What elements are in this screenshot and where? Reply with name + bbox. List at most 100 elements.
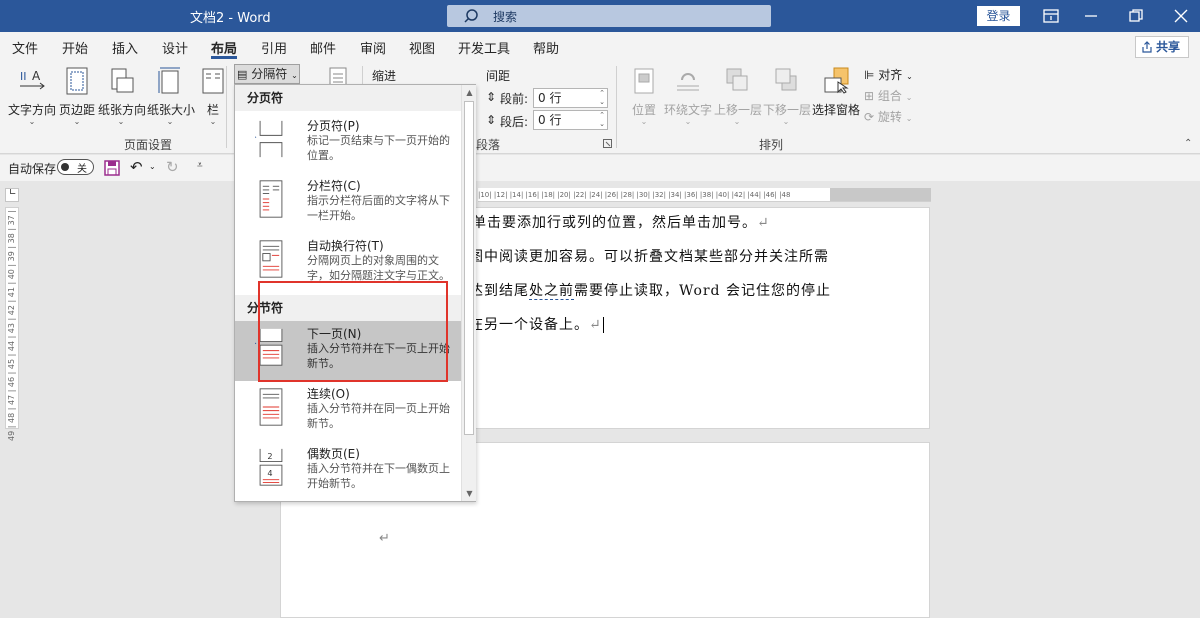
item-title: 偶数页(E) bbox=[307, 447, 360, 461]
tab-developer[interactable]: 开发工具 bbox=[458, 38, 510, 57]
bring-forward-icon bbox=[726, 68, 748, 91]
active-tab-indicator bbox=[211, 56, 237, 59]
tab-layout[interactable]: 布局 bbox=[211, 38, 237, 57]
save-icon[interactable] bbox=[104, 160, 120, 176]
spacing-after-value: 0 行 bbox=[538, 113, 562, 127]
dialog-launcher-icon[interactable] bbox=[603, 139, 612, 148]
quick-access-toolbar: 自动保存 关 ↶ ⌄ ↻ ⩡ bbox=[0, 155, 1200, 181]
vertical-ruler[interactable]: 49 | 48 | 47 | 46 | 45 | 44 | 43 | 42 | … bbox=[5, 207, 19, 441]
tab-help[interactable]: 帮助 bbox=[533, 38, 559, 57]
even-page-icon: 24 bbox=[259, 448, 283, 486]
undo-icon[interactable]: ↶ bbox=[130, 158, 143, 176]
tab-references[interactable]: 引用 bbox=[261, 38, 287, 57]
svg-text:A: A bbox=[32, 69, 41, 83]
redo-icon[interactable]: ↻ bbox=[166, 158, 179, 176]
margins-button[interactable]: 页边距 ⌄ bbox=[58, 66, 96, 126]
ruler-ticks: |10| |12| |14| |16| |18| |20| |22| |24| … bbox=[478, 191, 791, 199]
spacing-after-label: 段后: bbox=[500, 115, 529, 129]
tab-home[interactable]: 开始 bbox=[62, 38, 88, 57]
paragraph-mark: ↵ bbox=[379, 531, 390, 546]
chevron-down-icon: ⌄ bbox=[640, 117, 648, 126]
autosave-label: 自动保存 bbox=[8, 162, 57, 176]
close-icon[interactable] bbox=[1172, 7, 1190, 25]
svg-text:II: II bbox=[20, 70, 27, 83]
page-setup-group-label: 页面设置 bbox=[124, 138, 173, 152]
group-label: 组合 bbox=[877, 89, 902, 103]
column-break-icon bbox=[259, 180, 283, 218]
customize-toolbar-icon[interactable]: ⩡ bbox=[197, 160, 203, 171]
spacing-before-input[interactable]: 0 行 ⌃ ⌄ bbox=[533, 88, 608, 108]
item-title: 自动换行符(T) bbox=[307, 239, 384, 253]
breaks-button[interactable]: ▤ 分隔符 ⌄ bbox=[234, 64, 300, 84]
text-direction-button[interactable]: II A 文字方向 ⌄ bbox=[8, 66, 56, 126]
svg-text:2: 2 bbox=[267, 451, 272, 461]
spinner-arrows-icon[interactable]: ⌃ ⌄ bbox=[599, 89, 605, 107]
scroll-up-icon[interactable]: ▲ bbox=[462, 85, 477, 100]
continuous-item[interactable]: 连续(O) 插入分节符并在同一页上开始新节。 bbox=[235, 381, 461, 441]
tab-file[interactable]: 文件 bbox=[12, 38, 38, 57]
tab-review[interactable]: 审阅 bbox=[360, 38, 386, 57]
spacing-after-input[interactable]: 0 行 ⌃ ⌄ bbox=[533, 110, 608, 130]
bring-forward-button[interactable]: 上移一层 ⌄ bbox=[714, 66, 763, 126]
item-description: 插入分节符并在同一页上开始新节。 bbox=[307, 402, 450, 430]
page-break-item[interactable]: 分页符(P) 标记一页结束与下一页开始的位置。 bbox=[235, 113, 461, 173]
scrollbar-thumb[interactable] bbox=[464, 101, 474, 435]
svg-text:4: 4 bbox=[267, 468, 272, 478]
column-break-item[interactable]: 分栏符(C) 指示分栏符后面的文字将从下一栏开始。 bbox=[235, 173, 461, 233]
selection-pane-button[interactable]: 选择窗格 bbox=[812, 66, 860, 118]
margins-label: 页边距 bbox=[58, 103, 95, 117]
tab-mailings[interactable]: 邮件 bbox=[310, 38, 336, 57]
tab-insert[interactable]: 插入 bbox=[112, 38, 138, 57]
restore-icon[interactable] bbox=[1127, 7, 1145, 25]
dropdown-scrollbar[interactable]: ▲ ▼ bbox=[461, 85, 476, 501]
orientation-icon bbox=[111, 68, 134, 93]
item-description: 插入分节符并在下一偶数页上开始新节。 bbox=[307, 462, 450, 490]
wrap-text-label: 环绕文字 bbox=[664, 103, 713, 117]
spinner-arrows-icon[interactable]: ⌃ ⌄ bbox=[599, 111, 605, 129]
even-page-item[interactable]: 24 偶数页(E) 插入分节符并在下一偶数页上开始新节。 bbox=[235, 441, 461, 501]
position-icon bbox=[634, 68, 654, 94]
ribbon-display-icon[interactable] bbox=[1042, 7, 1060, 25]
wrap-text-button[interactable]: 环绕文字 ⌄ bbox=[664, 66, 712, 126]
ruler-margin bbox=[830, 188, 931, 201]
spacing-before-icon: ⇕ bbox=[486, 90, 497, 104]
chevron-down-icon: ⌄ bbox=[905, 114, 913, 123]
login-button[interactable]: 登录 bbox=[977, 6, 1020, 26]
share-button[interactable]: 共享 bbox=[1135, 36, 1189, 58]
share-icon bbox=[1142, 41, 1152, 53]
chevron-down-icon: ⌄ bbox=[209, 117, 217, 126]
toggle-knob bbox=[61, 163, 69, 171]
send-backward-button[interactable]: 下移一层 ⌄ bbox=[763, 66, 811, 126]
bring-forward-label: 上移一层 bbox=[714, 103, 763, 117]
continuous-icon bbox=[259, 388, 283, 426]
orientation-button[interactable]: 纸张方向 ⌄ bbox=[98, 66, 147, 126]
send-backward-icon bbox=[775, 68, 797, 91]
collapse-ribbon-icon[interactable]: ⌃ bbox=[1184, 138, 1192, 149]
wrap-text-icon bbox=[677, 73, 699, 91]
tab-view[interactable]: 视图 bbox=[409, 38, 435, 57]
minimize-icon[interactable] bbox=[1082, 7, 1100, 25]
search-icon bbox=[464, 9, 478, 23]
columns-icon bbox=[202, 68, 224, 94]
search-box[interactable]: 搜索 bbox=[447, 5, 771, 27]
autosave-toggle[interactable]: 关 bbox=[57, 159, 94, 175]
orientation-label: 纸张方向 bbox=[98, 103, 147, 117]
size-button[interactable]: 纸张大小 ⌄ bbox=[147, 66, 195, 126]
align-button[interactable]: ⊫ 对齐 ⌄ bbox=[864, 66, 913, 83]
columns-button[interactable]: 栏 ⌄ bbox=[199, 66, 227, 126]
chevron-down-icon: ⌄ bbox=[117, 117, 125, 126]
group-button[interactable]: ⊞ 组合 ⌄ bbox=[864, 87, 912, 104]
position-button[interactable]: 位置 ⌄ bbox=[628, 66, 660, 126]
item-description: 指示分栏符后面的文字将从下一栏开始。 bbox=[307, 194, 450, 222]
scroll-down-icon[interactable]: ▼ bbox=[462, 486, 477, 501]
autosave-state: 关 bbox=[77, 164, 87, 175]
tab-design[interactable]: 设计 bbox=[162, 38, 188, 57]
rotate-button[interactable]: ⟳ 旋转 ⌄ bbox=[864, 108, 912, 125]
chevron-down-icon[interactable]: ⌄ bbox=[149, 162, 156, 171]
ruler-ticks: 49 | 48 | 47 | 46 | 45 | 44 | 43 | 42 | … bbox=[7, 210, 16, 441]
indent-label: 缩进 bbox=[372, 69, 397, 83]
align-label: 对齐 bbox=[878, 68, 903, 82]
tab-stop-selector[interactable]: ∟ bbox=[5, 188, 19, 202]
horizontal-ruler[interactable]: |10| |12| |14| |16| |18| |20| |22| |24| … bbox=[478, 188, 931, 202]
selection-pane-icon bbox=[824, 67, 849, 94]
